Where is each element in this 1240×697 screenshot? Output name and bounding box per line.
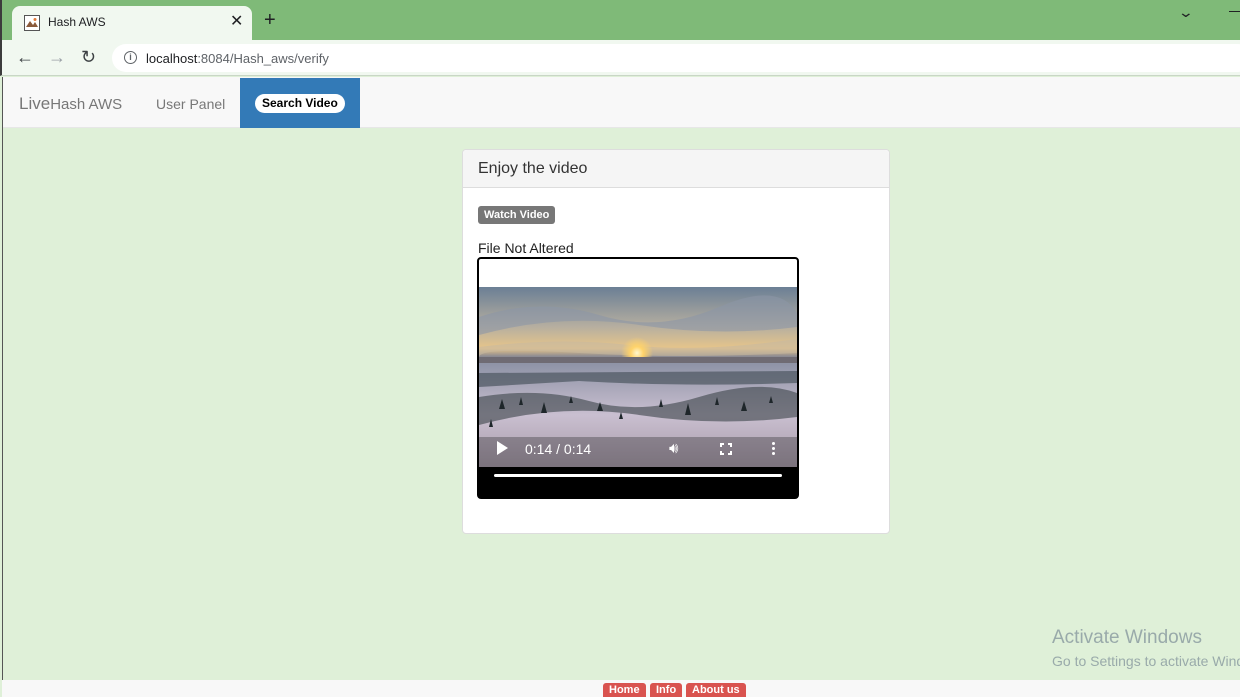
integrity-status: File Not Altered bbox=[478, 240, 574, 256]
footer-about-button[interactable]: About us bbox=[686, 683, 746, 697]
watermark-title: Activate Windows bbox=[1052, 627, 1202, 648]
footer-home-button[interactable]: Home bbox=[603, 683, 646, 697]
minimize-icon[interactable] bbox=[1229, 11, 1240, 12]
watermark-subtitle: Go to Settings to activate Windows. bbox=[1052, 653, 1240, 669]
video-frame[interactable] bbox=[479, 287, 797, 467]
browser-tab-strip: Hash AWS ✕ + ⌄ bbox=[0, 0, 1240, 40]
reload-icon[interactable]: ↻ bbox=[81, 47, 96, 67]
chevron-down-icon[interactable]: ⌄ bbox=[1178, 4, 1194, 21]
page-content: LiveHash AWS User Panel Search Video Enj… bbox=[2, 77, 1240, 697]
site-brand[interactable]: LiveHash AWS bbox=[19, 94, 122, 114]
volume-icon[interactable]: 🔊︎ bbox=[669, 440, 678, 457]
video-progress-bar[interactable] bbox=[494, 474, 782, 477]
video-panel: Enjoy the video Watch Video File Not Alt… bbox=[462, 149, 890, 534]
footer-info-button[interactable]: Info bbox=[650, 683, 683, 697]
tab-close-icon[interactable]: ✕ bbox=[230, 11, 243, 31]
video-letterbox bbox=[479, 259, 797, 287]
nav-item-search-video[interactable]: Search Video bbox=[240, 78, 360, 128]
windows-activation-watermark: Activate Windows Go to Settings to activ… bbox=[1052, 627, 1240, 669]
video-time: 0:14 / 0:14 bbox=[525, 441, 592, 457]
favicon-icon bbox=[24, 15, 40, 31]
url-input[interactable]: i localhost:8084/Hash_aws/verify bbox=[112, 44, 1240, 72]
url-text: localhost:8084/Hash_aws/verify bbox=[146, 51, 329, 66]
address-bar-row: ← → ↻ i localhost:8084/Hash_aws/verify bbox=[0, 40, 1240, 76]
site-navbar: LiveHash AWS User Panel Search Video bbox=[3, 77, 1240, 128]
browser-tab[interactable]: Hash AWS ✕ bbox=[12, 6, 252, 40]
play-icon[interactable] bbox=[497, 441, 508, 455]
forward-arrow-icon[interactable]: → bbox=[48, 47, 66, 67]
site-footer: Home Info About us bbox=[2, 680, 1240, 697]
tab-title: Hash AWS bbox=[48, 15, 106, 29]
new-tab-icon[interactable]: + bbox=[264, 10, 276, 30]
video-player[interactable]: 0:14 / 0:14 🔊︎ bbox=[477, 257, 799, 499]
search-video-button[interactable]: Search Video bbox=[255, 94, 345, 113]
back-arrow-icon[interactable]: ← bbox=[16, 47, 34, 67]
more-options-icon[interactable] bbox=[772, 442, 775, 456]
info-icon[interactable]: i bbox=[124, 51, 137, 64]
watch-video-button[interactable]: Watch Video bbox=[478, 206, 556, 224]
panel-title: Enjoy the video bbox=[463, 150, 889, 188]
fullscreen-icon[interactable] bbox=[720, 443, 732, 455]
nav-link-user-panel[interactable]: User Panel bbox=[156, 96, 225, 112]
